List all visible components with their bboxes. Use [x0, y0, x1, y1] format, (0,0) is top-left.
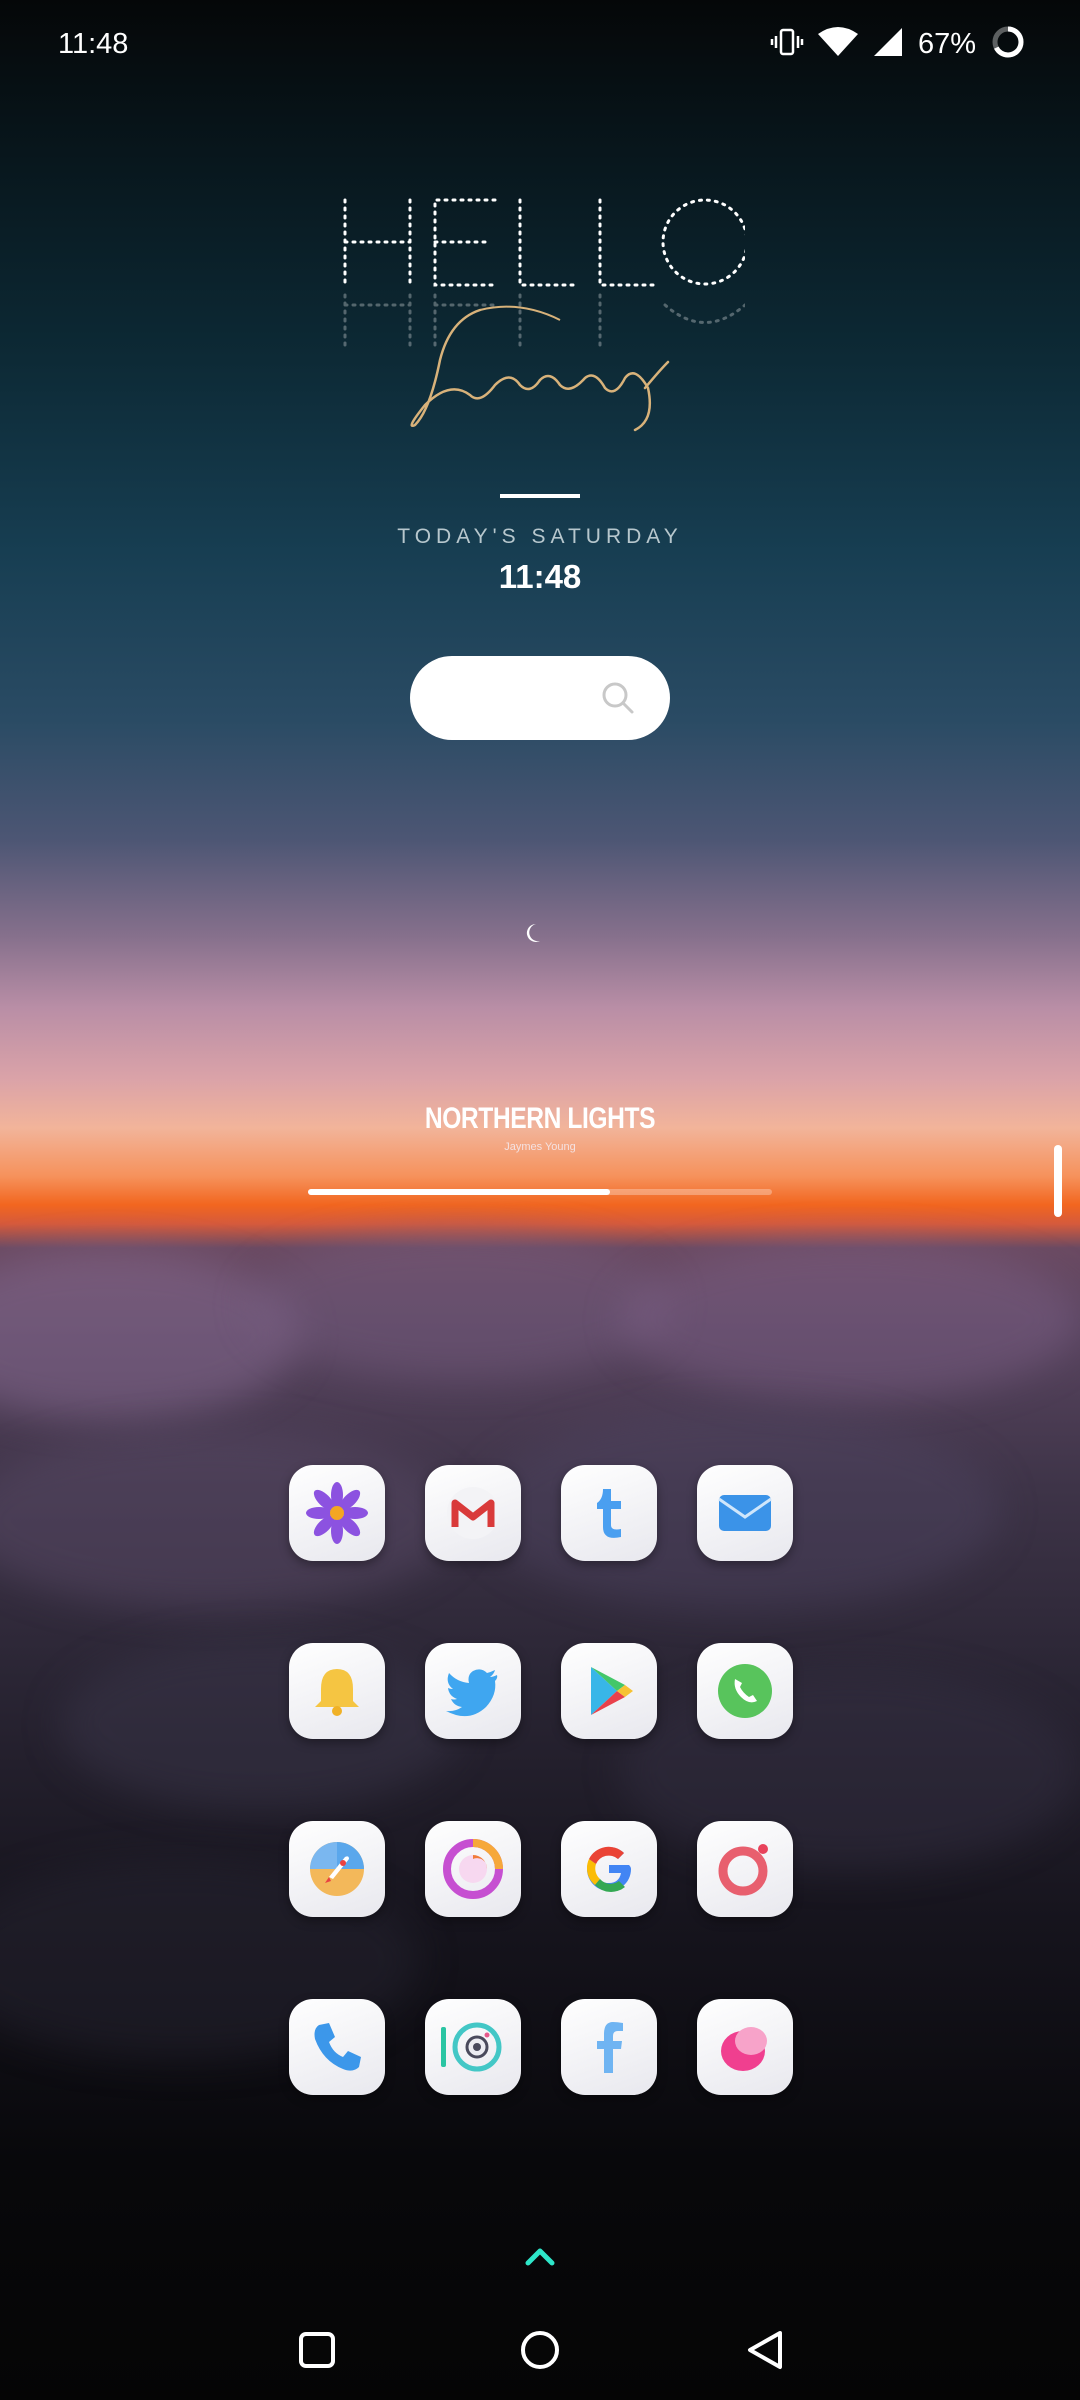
- recents-button[interactable]: [287, 2320, 347, 2380]
- camera-icon[interactable]: [425, 1999, 521, 2095]
- notification-bell-icon[interactable]: [289, 1643, 385, 1739]
- whatsapp-icon[interactable]: [697, 1643, 793, 1739]
- back-button[interactable]: [735, 2320, 795, 2380]
- music-progress-bar[interactable]: [308, 1189, 772, 1195]
- song-title[interactable]: NORTHERN LIGHTS: [97, 1102, 983, 1136]
- moon-icon: [524, 922, 542, 949]
- ring-app-icon[interactable]: [697, 1821, 793, 1917]
- search-bar[interactable]: [410, 656, 670, 740]
- search-icon: [600, 680, 636, 721]
- edge-panel-handle[interactable]: [1054, 1145, 1062, 1217]
- battery-ring-icon: [990, 24, 1026, 65]
- widget-divider: [500, 494, 580, 498]
- phone-icon[interactable]: [289, 1999, 385, 2095]
- app-drawer-chevron-icon[interactable]: [524, 2245, 556, 2272]
- tumblr-icon[interactable]: [561, 1465, 657, 1561]
- home-button[interactable]: [510, 2320, 570, 2380]
- mail-icon[interactable]: [697, 1465, 793, 1561]
- gmail-icon[interactable]: [425, 1465, 521, 1561]
- play-store-icon[interactable]: [561, 1643, 657, 1739]
- messages-icon[interactable]: [697, 1999, 793, 2095]
- battery-percent: 67%: [917, 28, 976, 60]
- music-progress-fill: [308, 1189, 610, 1195]
- widget-clock: 11:48: [498, 558, 582, 595]
- day-label: TODAY'S SATURDAY: [397, 525, 683, 548]
- facebook-icon[interactable]: [561, 1999, 657, 2095]
- google-icon[interactable]: [561, 1821, 657, 1917]
- month-script-label: [410, 300, 670, 440]
- vibrate-icon: [770, 25, 804, 64]
- signal-icon: [872, 26, 904, 63]
- cloud-background: [0, 1210, 1080, 2210]
- wifi-icon: [817, 26, 858, 63]
- flower-app-icon[interactable]: [289, 1465, 385, 1561]
- song-artist: Jaymes Young: [504, 1141, 576, 1153]
- status-time: 11:48: [58, 28, 129, 60]
- twitter-icon[interactable]: [425, 1643, 521, 1739]
- firefox-icon[interactable]: [425, 1821, 521, 1917]
- navigation-bar: [0, 2300, 1080, 2400]
- status-bar: 11:48 67%: [0, 0, 1080, 90]
- rocket-launcher-icon[interactable]: [289, 1821, 385, 1917]
